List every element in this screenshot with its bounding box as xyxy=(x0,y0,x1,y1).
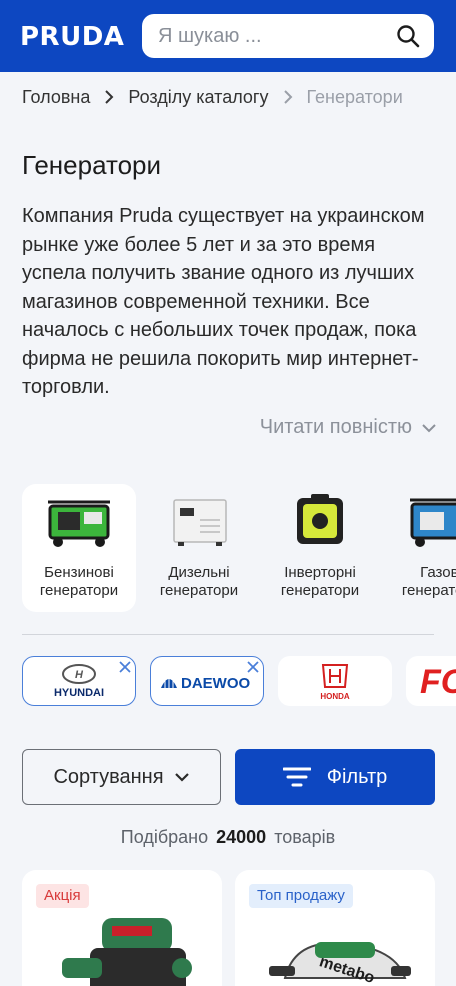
honda-logo: HONDA xyxy=(320,664,350,701)
chevron-down-icon xyxy=(174,773,189,782)
svg-text:H: H xyxy=(75,669,84,681)
top-sale-badge: Топ продажу xyxy=(249,884,353,908)
router-tool-image xyxy=(62,918,192,986)
category-label: Газові генератори xyxy=(401,564,456,599)
gas-generator-image xyxy=(410,498,456,547)
results-prefix: Подібрано xyxy=(120,827,209,847)
header: PRUDA xyxy=(0,0,456,72)
search-icon[interactable] xyxy=(396,24,420,48)
search-box[interactable] xyxy=(142,14,434,58)
circular-saw-image: metabo xyxy=(269,942,411,986)
brand-chip-daewoo[interactable]: DAEWOO xyxy=(150,656,264,706)
product-card[interactable]: Топ продажу metabo xyxy=(235,870,435,986)
daewoo-logo: DAEWOO xyxy=(161,675,250,692)
brand-chip-forte[interactable]: FORTE xyxy=(406,656,456,706)
divider xyxy=(22,634,434,635)
page-title: Генератори xyxy=(22,150,162,180)
results-number: 24000 xyxy=(216,827,267,847)
forte-logo: FORTE xyxy=(420,663,456,701)
chevron-right-icon xyxy=(283,90,292,104)
filter-label: Фільтр xyxy=(326,765,388,788)
breadcrumb-catalog[interactable]: Розділу каталогу xyxy=(128,87,268,108)
brand-filter-carousel[interactable]: H HYUNDAI DAEWOO HONDA FORTE xyxy=(0,656,456,708)
chevron-down-icon xyxy=(422,423,436,432)
category-label: Дизельні генератори xyxy=(159,564,239,599)
svg-text:HONDA: HONDA xyxy=(320,692,350,701)
breadcrumb: Головна Розділу каталогу Генератори xyxy=(22,86,403,108)
category-label: Інверторні генератори xyxy=(280,564,360,599)
search-input[interactable] xyxy=(158,14,388,58)
close-icon[interactable] xyxy=(117,659,133,675)
diesel-generator-image xyxy=(173,499,227,546)
read-more-label: Читати повністю xyxy=(259,416,412,438)
product-card[interactable]: Акція xyxy=(22,870,222,986)
filter-icon xyxy=(282,767,311,787)
category-card-diesel[interactable]: Дизельні генератори xyxy=(142,484,256,612)
hyundai-logo: H HYUNDAI xyxy=(54,664,104,699)
category-card-inverter[interactable]: Інверторні генератори xyxy=(263,484,377,612)
petrol-generator-image xyxy=(48,500,110,547)
breadcrumb-home[interactable]: Головна xyxy=(22,87,90,108)
svg-text:FORTE: FORTE xyxy=(420,663,456,701)
inverter-generator-image xyxy=(297,494,343,544)
sort-button[interactable]: Сортування xyxy=(22,749,221,805)
brand-chip-hyundai[interactable]: H HYUNDAI xyxy=(22,656,136,706)
category-card-gas[interactable]: Газові генератори xyxy=(384,484,456,612)
category-carousel[interactable]: Бензинові генератори Дизельні генератори… xyxy=(0,484,456,612)
category-label: Бензинові генератори xyxy=(39,564,119,599)
category-description: Компания Pruda существует на украинском … xyxy=(22,205,425,398)
pruda-logo[interactable]: PRUDA xyxy=(20,20,124,52)
close-icon[interactable] xyxy=(245,659,261,675)
results-count: Подібрано 24000 товарів xyxy=(0,827,456,848)
results-suffix: товарів xyxy=(274,827,336,847)
filter-button[interactable]: Фільтр xyxy=(235,749,435,805)
svg-text:PRUDA: PRUDA xyxy=(20,22,124,50)
sort-label: Сортування xyxy=(53,765,164,788)
breadcrumb-current: Генератори xyxy=(306,86,403,107)
chevron-right-icon xyxy=(105,90,114,104)
brand-chip-honda[interactable]: HONDA xyxy=(278,656,392,706)
category-card-petrol[interactable]: Бензинові генератори xyxy=(22,484,136,612)
svg-text:DAEWOO: DAEWOO xyxy=(181,675,250,692)
sale-badge: Акція xyxy=(36,884,89,908)
read-more-link[interactable]: Читати повністю xyxy=(260,416,438,439)
svg-text:HYUNDAI: HYUNDAI xyxy=(54,687,104,699)
